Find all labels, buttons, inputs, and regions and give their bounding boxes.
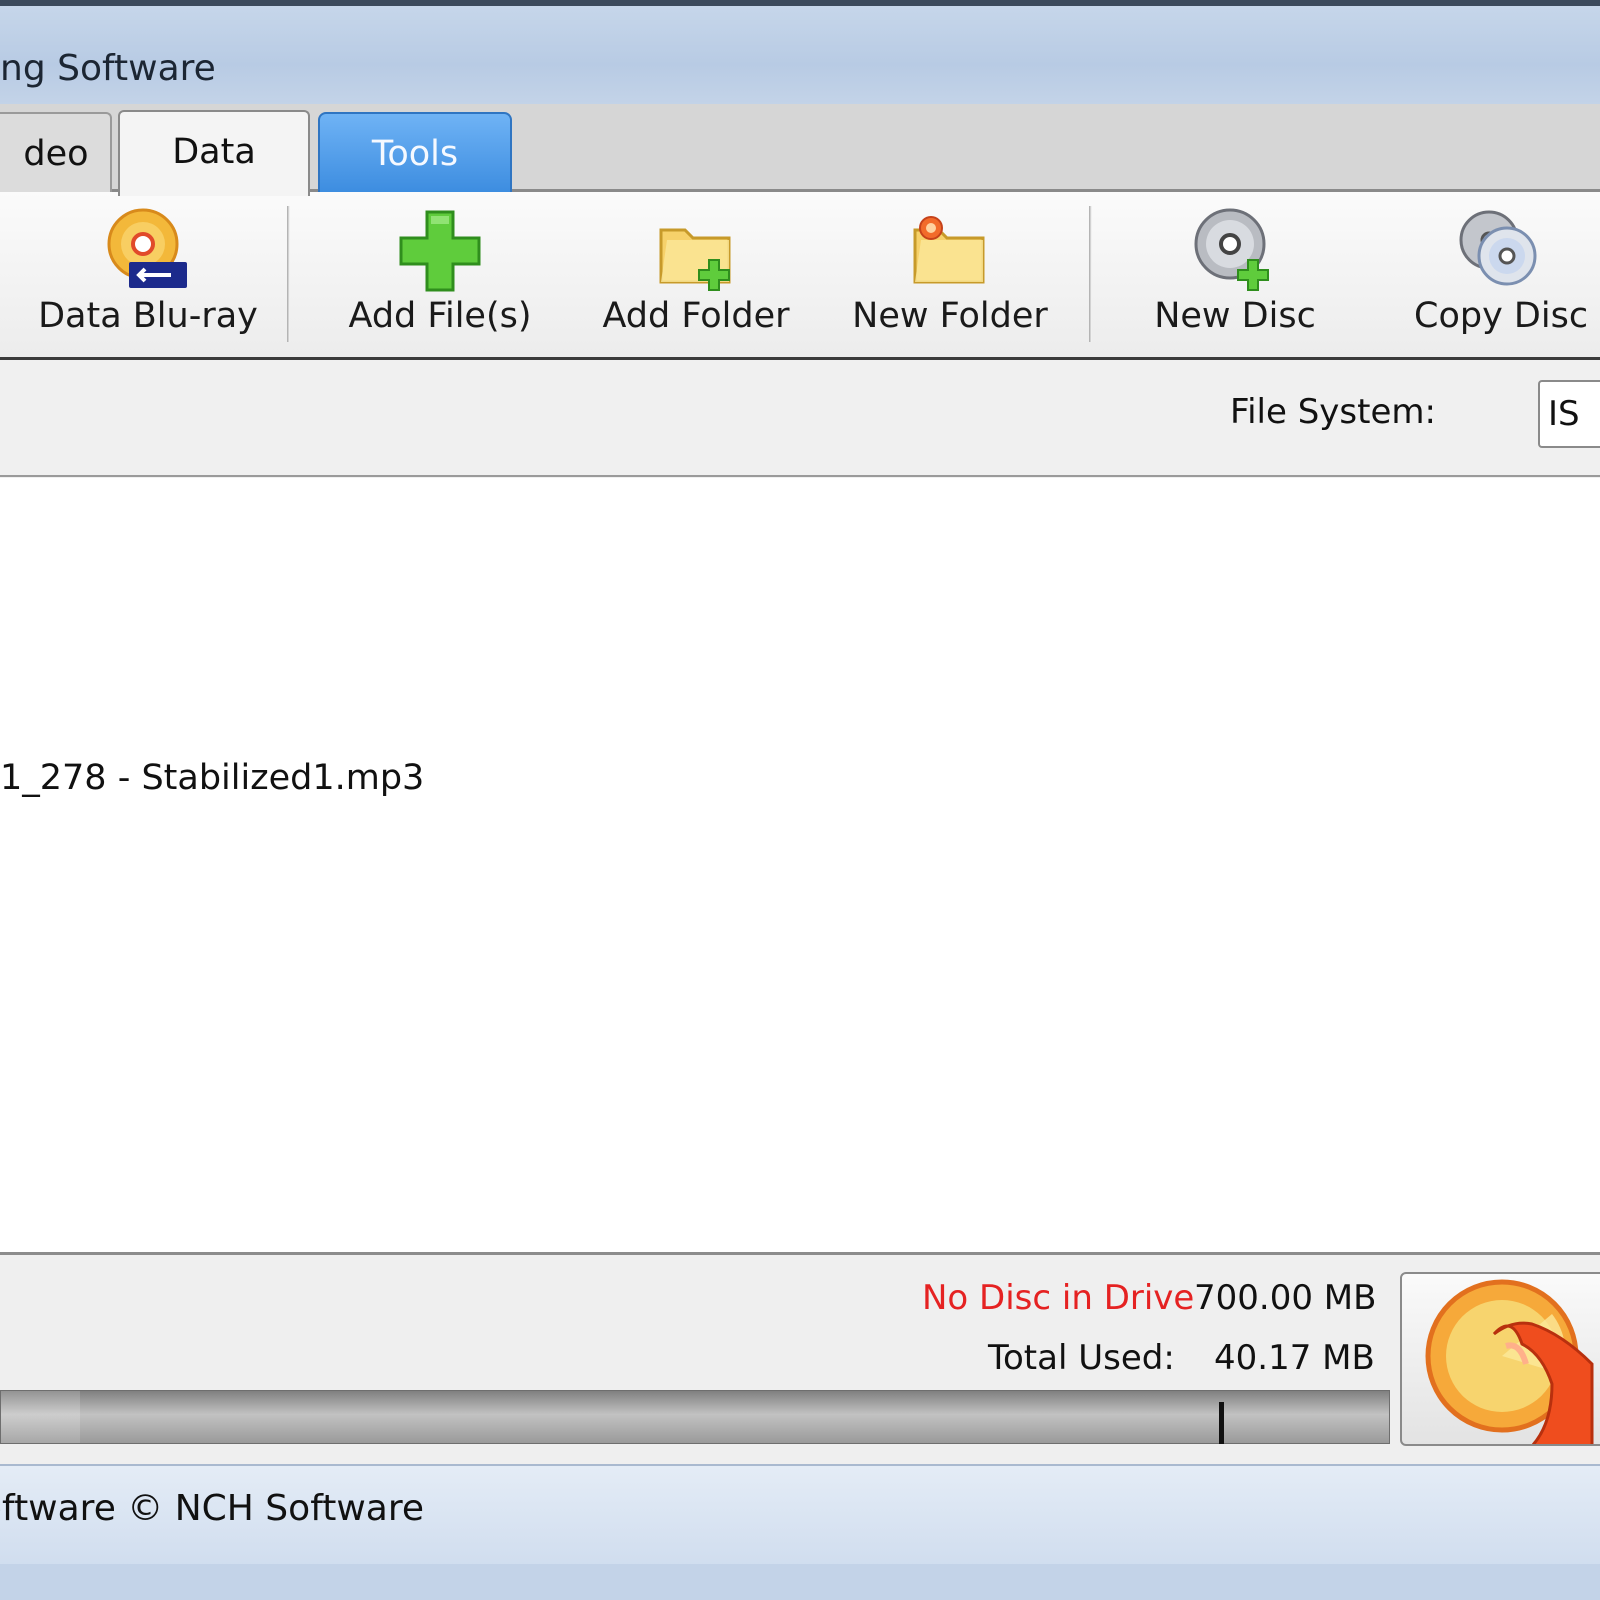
status-copyright: oftware © NCH Software: [0, 1488, 425, 1529]
new-folder-button[interactable]: New Folder: [850, 192, 1050, 357]
copy-disc-button[interactable]: Copy Disc: [1400, 192, 1600, 357]
total-used-value: 40.17 MB: [1214, 1338, 1375, 1378]
tab-video[interactable]: deo: [0, 112, 112, 192]
burn-disc-icon: [1425, 1279, 1594, 1444]
new-folder-label: New Folder: [852, 296, 1048, 336]
status-bar: oftware © NCH Software: [0, 1464, 1600, 1600]
copy-disc-icon: [1459, 210, 1537, 286]
toolbar-separator: [1089, 206, 1092, 342]
copy-disc-label: Copy Disc: [1414, 296, 1589, 336]
disc-usage-meter: [0, 1390, 1390, 1444]
add-folder-icon: [659, 228, 731, 291]
window-title: ng Software: [0, 48, 216, 89]
disc-status: No Disc in Drive: [922, 1278, 1195, 1318]
disc-capacity-marker: [1219, 1402, 1224, 1444]
new-folder-icon: [913, 216, 985, 284]
status-bar-edge: [0, 1564, 1600, 1600]
new-disc-button[interactable]: New Disc: [1140, 192, 1330, 357]
file-system-label: File System:: [1230, 392, 1436, 432]
disc-usage-fill: [1, 1391, 81, 1443]
burn-button[interactable]: [1400, 1272, 1600, 1446]
tab-tools[interactable]: Tools: [318, 112, 512, 192]
file-system-select[interactable]: IS: [1538, 380, 1600, 448]
title-bar: ng Software: [0, 0, 1600, 104]
file-list[interactable]: 1_278 - Stabilized1.mp3 s: [0, 478, 1600, 1252]
new-disc-icon: [1194, 208, 1269, 291]
bluray-disc-icon: [107, 208, 187, 288]
add-files-label: Add File(s): [348, 296, 532, 336]
add-folder-label: Add Folder: [602, 296, 790, 336]
ribbon-tabs: deo Data Tools: [0, 104, 1600, 196]
add-folder-button[interactable]: Add Folder: [596, 192, 796, 357]
data-bluray-label: Data Blu-ray: [38, 296, 258, 336]
disc-capacity: 700.00 MB: [1194, 1278, 1377, 1318]
toolbar: Data Blu-ray Add File(s) Add Folder New …: [0, 192, 1600, 360]
tab-data[interactable]: Data: [118, 110, 310, 196]
add-files-button[interactable]: Add File(s): [340, 192, 540, 357]
green-plus-icon: [399, 210, 481, 292]
new-disc-label: New Disc: [1154, 296, 1316, 336]
data-bluray-button[interactable]: Data Blu-ray: [30, 192, 266, 357]
toolbar-separator: [287, 206, 290, 342]
total-used-label: Total Used:: [988, 1338, 1175, 1378]
list-item[interactable]: 1_278 - Stabilized1.mp3: [0, 758, 424, 798]
